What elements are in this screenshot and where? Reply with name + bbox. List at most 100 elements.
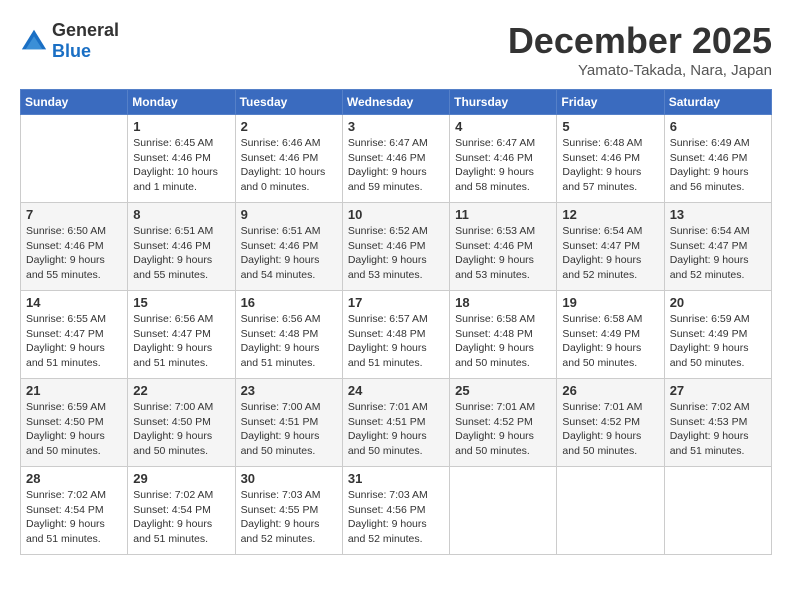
week-row-2: 7 Sunrise: 6:50 AM Sunset: 4:46 PM Daylig… [21,203,772,291]
calendar-cell [21,115,128,203]
calendar-cell: 3 Sunrise: 6:47 AM Sunset: 4:46 PM Daylig… [342,115,449,203]
calendar-cell [557,467,664,555]
day-number: 4 [455,119,551,134]
day-number: 11 [455,207,551,222]
calendar-cell: 31 Sunrise: 7:03 AM Sunset: 4:56 PM Dayli… [342,467,449,555]
weekday-header-thursday: Thursday [450,90,557,115]
calendar-cell: 10Sunrise: 6:52 AM Sunset: 4:46 PM Dayli… [342,203,449,291]
calendar-cell: 2Sunrise: 6:46 AM Sunset: 4:46 PM Daylig… [235,115,342,203]
weekday-header-saturday: Saturday [664,90,771,115]
cell-sun-info: Sunrise: 7:01 AM Sunset: 4:52 PM Dayligh… [455,401,535,457]
weekday-header-sunday: Sunday [21,90,128,115]
cell-sun-info: Sunrise: 6:59 AM Sunset: 4:50 PM Dayligh… [26,401,106,457]
cell-sun-info: Sunrise: 7:02 AM Sunset: 4:54 PM Dayligh… [26,489,106,545]
day-number: 13 [670,207,766,222]
calendar-cell: 29Sunrise: 7:02 AM Sunset: 4:54 PM Dayli… [128,467,235,555]
day-number: 15 [133,295,229,310]
day-number: 27 [670,383,766,398]
calendar-cell: 18 Sunrise: 6:58 AM Sunset: 4:48 PM Dayli… [450,291,557,379]
day-number: 14 [26,295,122,310]
weekday-header-row: SundayMondayTuesdayWednesdayThursdayFrid… [21,90,772,115]
cell-sun-info: Sunrise: 6:48 AM Sunset: 4:46 PM Dayligh… [562,137,642,193]
calendar-cell: 8Sunrise: 6:51 AM Sunset: 4:46 PM Daylig… [128,203,235,291]
day-number: 1 [133,119,229,134]
calendar-cell: 26Sunrise: 7:01 AM Sunset: 4:52 PM Dayli… [557,379,664,467]
cell-sun-info: Sunrise: 6:53 AM Sunset: 4:46 PM Dayligh… [455,225,535,281]
cell-sun-info: Sunrise: 6:50 AM Sunset: 4:46 PM Dayligh… [26,225,106,281]
calendar-cell: 24 Sunrise: 7:01 AM Sunset: 4:51 PM Dayli… [342,379,449,467]
day-number: 25 [455,383,551,398]
cell-sun-info: Sunrise: 6:55 AM Sunset: 4:47 PM Dayligh… [26,313,106,369]
day-number: 26 [562,383,658,398]
day-number: 12 [562,207,658,222]
day-number: 29 [133,471,229,486]
cell-sun-info: Sunrise: 6:47 AM Sunset: 4:46 PM Dayligh… [348,137,428,193]
cell-sun-info: Sunrise: 6:56 AM Sunset: 4:48 PM Dayligh… [241,313,321,369]
day-number: 22 [133,383,229,398]
calendar-cell: 28 Sunrise: 7:02 AM Sunset: 4:54 PM Dayli… [21,467,128,555]
cell-sun-info: Sunrise: 7:01 AM Sunset: 4:51 PM Dayligh… [348,401,428,457]
calendar-table: SundayMondayTuesdayWednesdayThursdayFrid… [20,89,772,555]
cell-sun-info: Sunrise: 6:58 AM Sunset: 4:48 PM Dayligh… [455,313,535,369]
calendar-cell: 11 Sunrise: 6:53 AM Sunset: 4:46 PM Dayli… [450,203,557,291]
logo-general-text: General [52,20,119,40]
day-number: 24 [348,383,444,398]
calendar-cell: 30Sunrise: 7:03 AM Sunset: 4:55 PM Dayli… [235,467,342,555]
cell-sun-info: Sunrise: 7:00 AM Sunset: 4:51 PM Dayligh… [241,401,321,457]
calendar-cell: 25 Sunrise: 7:01 AM Sunset: 4:52 PM Dayli… [450,379,557,467]
week-row-1: 1Sunrise: 6:45 AM Sunset: 4:46 PM Daylig… [21,115,772,203]
day-number: 7 [26,207,122,222]
weekday-header-monday: Monday [128,90,235,115]
cell-sun-info: Sunrise: 7:03 AM Sunset: 4:56 PM Dayligh… [348,489,428,545]
calendar-cell: 22 Sunrise: 7:00 AM Sunset: 4:50 PM Dayli… [128,379,235,467]
day-number: 9 [241,207,337,222]
calendar-cell: 7 Sunrise: 6:50 AM Sunset: 4:46 PM Daylig… [21,203,128,291]
cell-sun-info: Sunrise: 7:00 AM Sunset: 4:50 PM Dayligh… [133,401,213,457]
week-row-4: 21 Sunrise: 6:59 AM Sunset: 4:50 PM Dayli… [21,379,772,467]
calendar-cell: 15Sunrise: 6:56 AM Sunset: 4:47 PM Dayli… [128,291,235,379]
day-number: 6 [670,119,766,134]
day-number: 3 [348,119,444,134]
calendar-cell [664,467,771,555]
location-title: Yamato-Takada, Nara, Japan [508,62,772,79]
week-row-5: 28 Sunrise: 7:02 AM Sunset: 4:54 PM Dayli… [21,467,772,555]
cell-sun-info: Sunrise: 6:59 AM Sunset: 4:49 PM Dayligh… [670,313,750,369]
weekday-header-tuesday: Tuesday [235,90,342,115]
cell-sun-info: Sunrise: 6:49 AM Sunset: 4:46 PM Dayligh… [670,137,750,193]
calendar-cell: 5Sunrise: 6:48 AM Sunset: 4:46 PM Daylig… [557,115,664,203]
cell-sun-info: Sunrise: 6:57 AM Sunset: 4:48 PM Dayligh… [348,313,428,369]
cell-sun-info: Sunrise: 6:47 AM Sunset: 4:46 PM Dayligh… [455,137,535,193]
day-number: 20 [670,295,766,310]
page-header: General Blue December 2025 Yamato-Takada… [20,20,772,79]
month-title: December 2025 [508,20,772,62]
day-number: 31 [348,471,444,486]
logo-icon [20,27,48,55]
day-number: 10 [348,207,444,222]
week-row-3: 14 Sunrise: 6:55 AM Sunset: 4:47 PM Dayli… [21,291,772,379]
calendar-cell: 6 Sunrise: 6:49 AM Sunset: 4:46 PM Daylig… [664,115,771,203]
calendar-cell: 14 Sunrise: 6:55 AM Sunset: 4:47 PM Dayli… [21,291,128,379]
cell-sun-info: Sunrise: 6:54 AM Sunset: 4:47 PM Dayligh… [562,225,642,281]
title-block: December 2025 Yamato-Takada, Nara, Japan [508,20,772,79]
cell-sun-info: Sunrise: 6:54 AM Sunset: 4:47 PM Dayligh… [670,225,750,281]
calendar-cell: 23Sunrise: 7:00 AM Sunset: 4:51 PM Dayli… [235,379,342,467]
cell-sun-info: Sunrise: 7:02 AM Sunset: 4:53 PM Dayligh… [670,401,750,457]
logo: General Blue [20,20,119,62]
calendar-cell: 1Sunrise: 6:45 AM Sunset: 4:46 PM Daylig… [128,115,235,203]
weekday-header-friday: Friday [557,90,664,115]
calendar-cell: 9 Sunrise: 6:51 AM Sunset: 4:46 PM Daylig… [235,203,342,291]
day-number: 8 [133,207,229,222]
cell-sun-info: Sunrise: 6:51 AM Sunset: 4:46 PM Dayligh… [241,225,321,281]
day-number: 18 [455,295,551,310]
calendar-cell: 17Sunrise: 6:57 AM Sunset: 4:48 PM Dayli… [342,291,449,379]
day-number: 16 [241,295,337,310]
calendar-cell: 19Sunrise: 6:58 AM Sunset: 4:49 PM Dayli… [557,291,664,379]
calendar-cell: 21 Sunrise: 6:59 AM Sunset: 4:50 PM Dayli… [21,379,128,467]
day-number: 2 [241,119,337,134]
day-number: 19 [562,295,658,310]
day-number: 28 [26,471,122,486]
weekday-header-wednesday: Wednesday [342,90,449,115]
day-number: 21 [26,383,122,398]
cell-sun-info: Sunrise: 7:03 AM Sunset: 4:55 PM Dayligh… [241,489,321,545]
calendar-cell: 20 Sunrise: 6:59 AM Sunset: 4:49 PM Dayli… [664,291,771,379]
